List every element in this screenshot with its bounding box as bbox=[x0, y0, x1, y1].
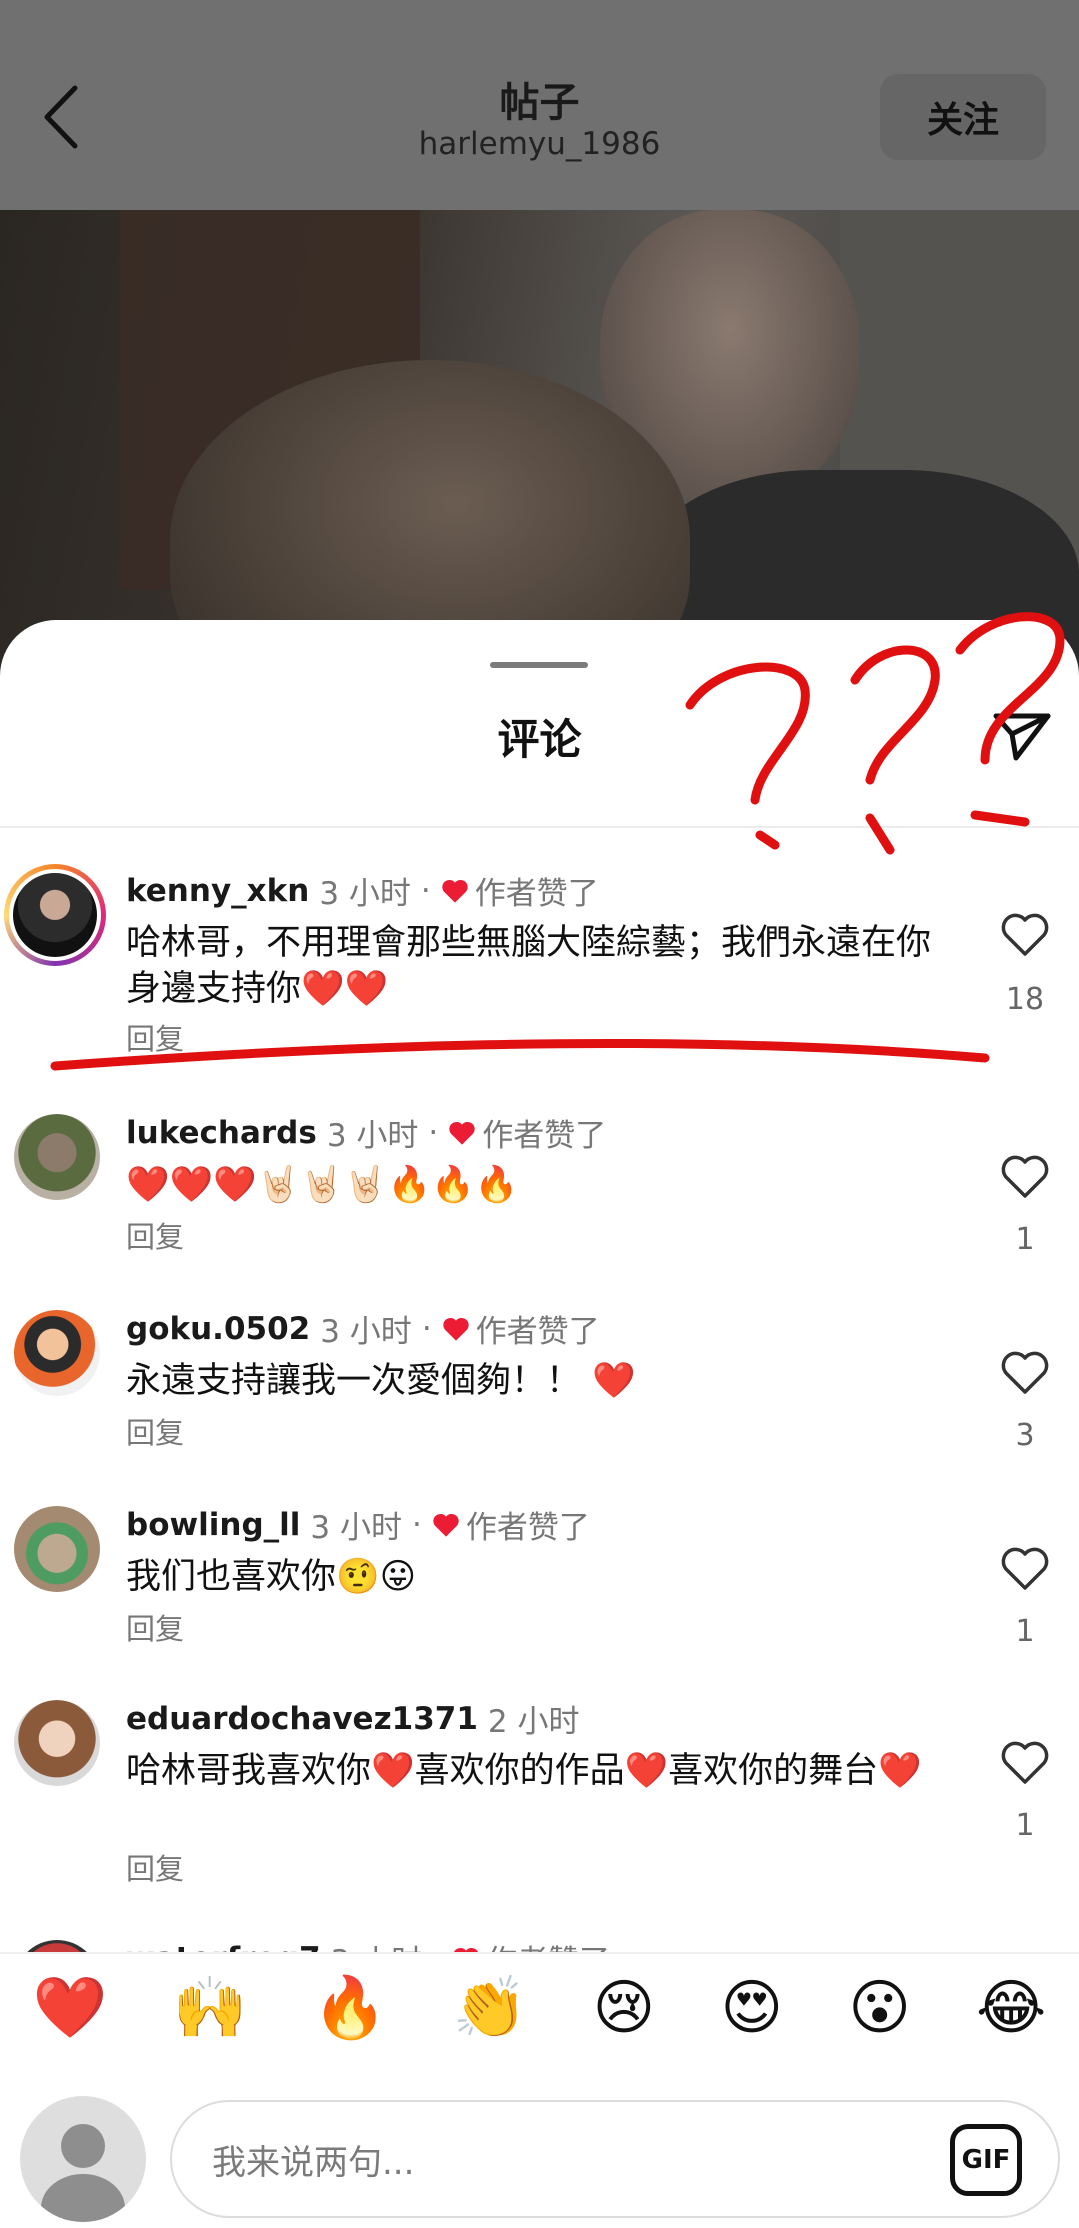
author-liked-heart-icon bbox=[441, 878, 469, 904]
liked-by-author-label: 作者赞了 bbox=[475, 1314, 600, 1350]
my-avatar[interactable] bbox=[20, 2096, 146, 2222]
author-liked-heart-icon bbox=[432, 1512, 460, 1538]
comment-time: 3 小时 bbox=[310, 1510, 402, 1546]
reaction-crying[interactable]: 😢 bbox=[593, 1973, 656, 2043]
comment-text: 哈林哥，不用理會那些無腦大陸綜藝；我們永遠在你身邊支持你❤️❤️ bbox=[126, 923, 932, 1009]
heart-outline-icon[interactable] bbox=[1000, 1546, 1050, 1592]
heart-outline-icon[interactable] bbox=[1000, 912, 1050, 958]
liked-by-author-label: 作者赞了 bbox=[482, 1118, 607, 1154]
default-user-icon bbox=[41, 2124, 125, 2222]
like-count: 1 bbox=[1015, 1614, 1035, 1649]
author-liked-heart-icon bbox=[448, 1120, 476, 1146]
reply-button[interactable]: 回复 bbox=[126, 1410, 184, 1452]
separator-dot: · bbox=[411, 1506, 422, 1543]
separator-dot: · bbox=[421, 1310, 432, 1347]
author-liked-heart-icon bbox=[442, 1316, 470, 1342]
sheet-divider bbox=[0, 826, 1079, 828]
like-count: 1 bbox=[1015, 1222, 1035, 1257]
drag-handle[interactable] bbox=[490, 662, 588, 668]
avatar[interactable] bbox=[14, 1506, 100, 1592]
comment-username[interactable]: lukechards bbox=[126, 1115, 317, 1151]
reaction-fire[interactable]: 🔥 bbox=[313, 1973, 388, 2043]
reaction-heart-eyes[interactable]: 😍 bbox=[720, 1973, 783, 2043]
comment-text: 永遠支持讓我一次愛個夠！！ ❤️ bbox=[126, 1361, 636, 1401]
follow-button[interactable]: 关注 bbox=[880, 74, 1046, 160]
heart-outline-icon[interactable] bbox=[1000, 1740, 1050, 1786]
avatar[interactable] bbox=[4, 864, 106, 966]
quick-reaction-bar: ❤️ 🙌 🔥 👏 😢 😍 😮 😂 bbox=[0, 1952, 1079, 2062]
like-count: 1 bbox=[1015, 1808, 1035, 1843]
comment-text: 哈林哥我喜欢你❤️喜欢你的作品❤️喜欢你的舞台❤️ bbox=[126, 1751, 922, 1791]
reply-button[interactable]: 回复 bbox=[126, 1846, 184, 1888]
comment-username[interactable]: goku.0502 bbox=[126, 1311, 310, 1347]
comment-username[interactable]: eduardochavez1371 bbox=[126, 1701, 478, 1737]
reaction-laughing[interactable]: 😂 bbox=[976, 1973, 1046, 2043]
comment-text: 我们也喜欢你🤨😛 bbox=[126, 1557, 417, 1597]
heart-outline-icon[interactable] bbox=[1000, 1350, 1050, 1396]
comment-composer: 我来说两句... GIF bbox=[0, 2062, 1079, 2228]
comment-time: 2 小时 bbox=[487, 1704, 580, 1740]
comment-time: 3 小时 bbox=[320, 1314, 412, 1350]
avatar[interactable] bbox=[14, 1114, 100, 1200]
separator-dot: · bbox=[428, 1114, 439, 1151]
reaction-heart[interactable]: ❤️ bbox=[33, 1973, 108, 2043]
comment-username[interactable]: kenny_xkn bbox=[126, 873, 309, 909]
heart-outline-icon[interactable] bbox=[1000, 1154, 1050, 1200]
separator-dot: · bbox=[420, 872, 431, 909]
comment-time: 3 小时 bbox=[319, 876, 411, 912]
reaction-surprised[interactable]: 😮 bbox=[848, 1973, 911, 2043]
comments-title: 评论 bbox=[497, 715, 582, 764]
avatar[interactable] bbox=[14, 1310, 100, 1396]
comment-input[interactable]: 我来说两句... bbox=[170, 2100, 1060, 2218]
reply-button[interactable]: 回复 bbox=[126, 1016, 184, 1058]
comment-username[interactable]: bowling_ll bbox=[126, 1507, 300, 1543]
avatar[interactable] bbox=[14, 1700, 100, 1786]
reaction-clap[interactable]: 👏 bbox=[453, 1973, 528, 2043]
share-icon[interactable] bbox=[990, 704, 1054, 768]
comment-text: ❤️❤️❤️🤘🏻🤘🏻🤘🏻🔥🔥🔥 bbox=[126, 1165, 519, 1205]
reply-button[interactable]: 回复 bbox=[126, 1214, 184, 1256]
like-count: 18 bbox=[1005, 982, 1045, 1017]
liked-by-author-label: 作者赞了 bbox=[474, 876, 599, 912]
reply-button[interactable]: 回复 bbox=[126, 1606, 184, 1648]
gif-button[interactable]: GIF bbox=[950, 2124, 1022, 2196]
reaction-raised-hands[interactable]: 🙌 bbox=[173, 1973, 248, 2043]
like-count: 3 bbox=[1015, 1418, 1035, 1453]
liked-by-author-label: 作者赞了 bbox=[465, 1510, 590, 1546]
comment-time: 3 小时 bbox=[326, 1118, 419, 1154]
